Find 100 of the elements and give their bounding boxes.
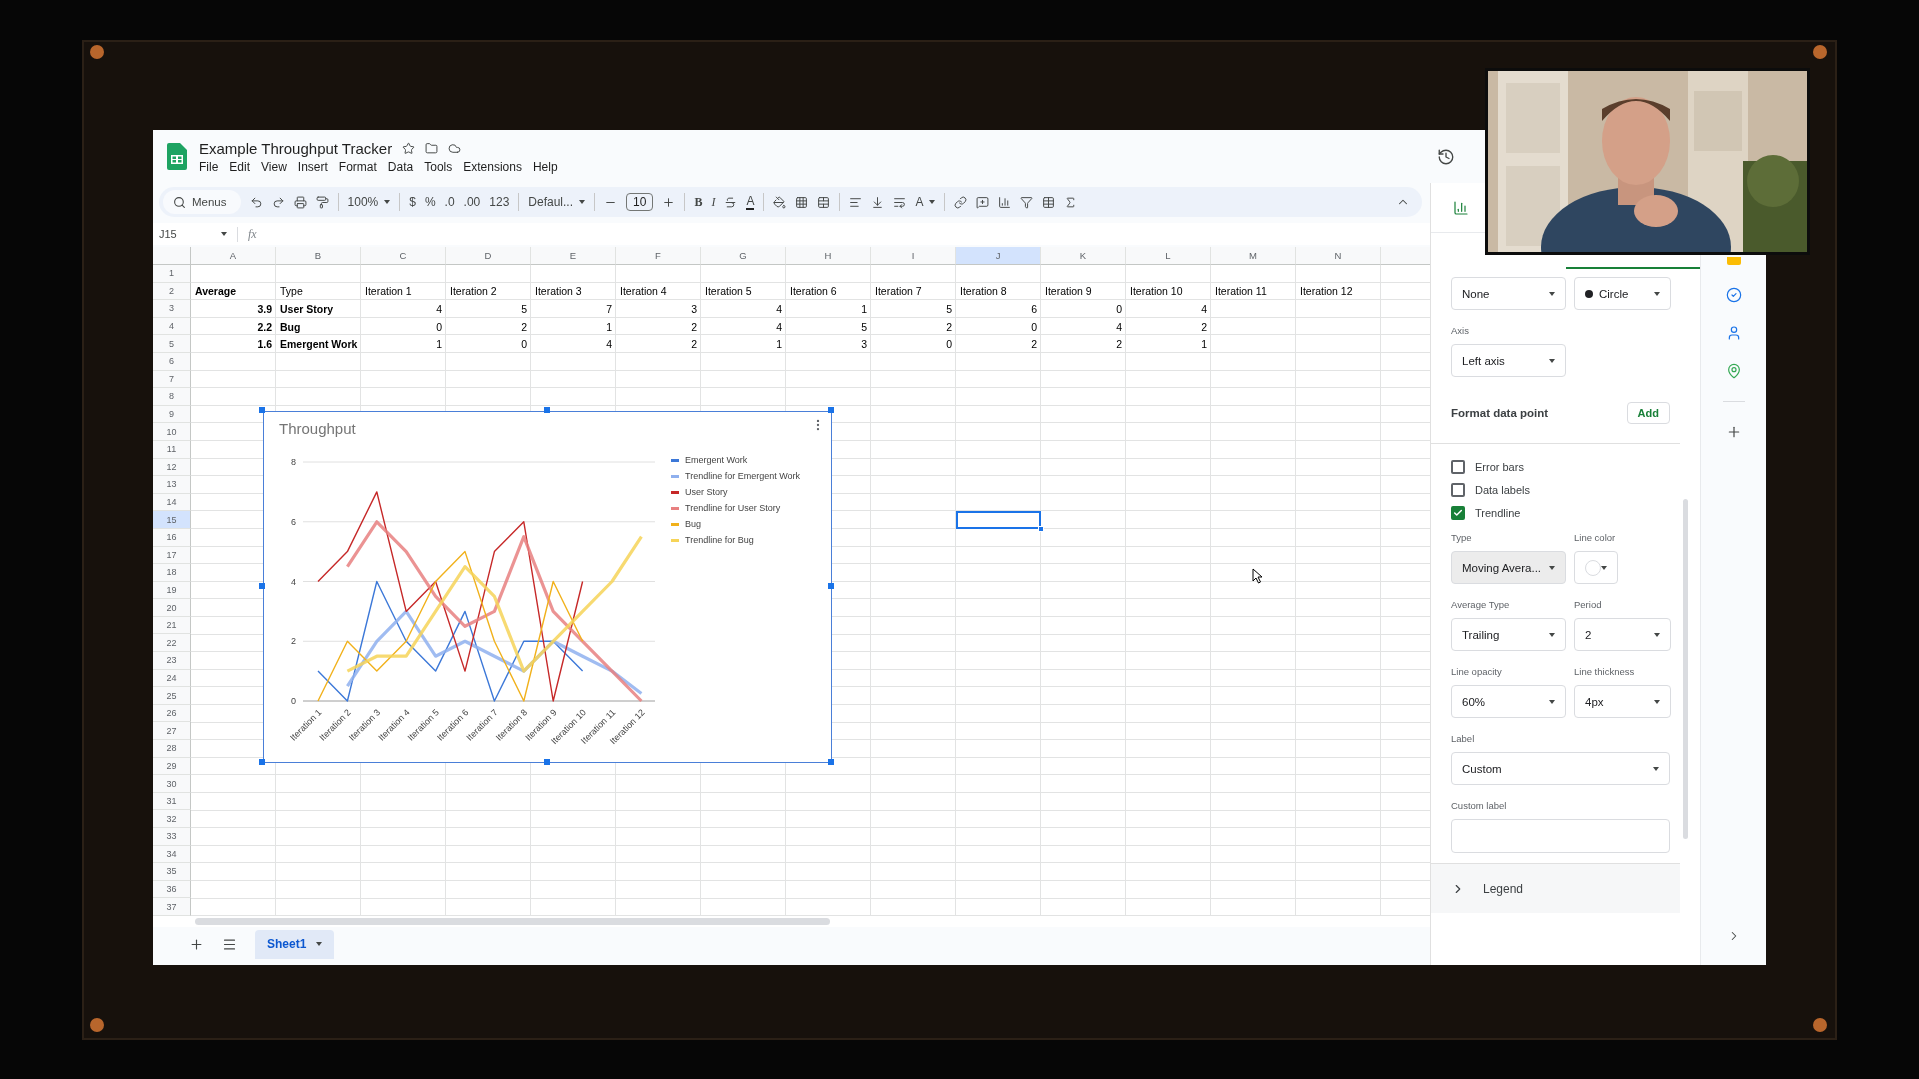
table-cell-text: Iteration 9 <box>1044 284 1093 300</box>
name-box[interactable]: J15 <box>159 228 211 240</box>
menu-item[interactable]: Edit <box>229 159 251 174</box>
menu-item[interactable]: Help <box>532 159 558 174</box>
chart-title: Throughput <box>279 420 356 439</box>
row-header[interactable]: 15 <box>153 511 191 529</box>
menu-item[interactable]: Data <box>387 159 414 174</box>
table-cell-text: 1.6 <box>256 337 273 353</box>
table-cell-text: 3.9 <box>256 302 273 317</box>
zoom-dropdown[interactable]: 100% <box>347 195 391 209</box>
dropdown[interactable]: Moving Avera... <box>1451 551 1566 584</box>
row-header[interactable]: 27 <box>153 722 191 741</box>
increase-decimal-button[interactable]: .00 <box>463 195 481 209</box>
field-label: Line color <box>1574 532 1617 543</box>
text-rotation-button[interactable]: A <box>915 195 936 209</box>
legend-label: Trendline for Emergent Work <box>685 471 801 481</box>
row-header[interactable]: 23 <box>153 652 191 670</box>
legend-label: Trendline for User Story <box>685 503 781 513</box>
column-header[interactable]: D <box>446 247 531 265</box>
font-size-field[interactable]: 10 <box>626 193 654 211</box>
decrease-decimal-button[interactable]: .0 <box>444 195 455 209</box>
field-label: Type <box>1451 532 1473 543</box>
column-header[interactable]: L <box>1126 247 1211 265</box>
axis-label: 4 <box>291 576 296 587</box>
dropdown[interactable]: 60% <box>1451 685 1566 718</box>
table-cell-text: 5 <box>945 302 953 317</box>
table-cell-text: 4 <box>1115 319 1123 335</box>
row-header[interactable]: 25 <box>153 687 191 705</box>
row-header[interactable]: 1 <box>153 265 191 283</box>
row-header[interactable]: 28 <box>153 740 191 758</box>
field-label: Period <box>1574 599 1603 610</box>
table-cell-text: 2 <box>945 319 953 335</box>
row-header[interactable]: 30 <box>153 775 191 793</box>
table-cell-text: 3 <box>860 337 868 353</box>
menu-item[interactable]: Insert <box>297 159 328 174</box>
bold-button[interactable]: B <box>694 195 703 209</box>
column-header[interactable]: I <box>871 247 956 265</box>
legend-section[interactable]: Legend <box>1431 863 1680 913</box>
column-header[interactable]: N <box>1296 247 1381 265</box>
row-header[interactable]: 3 <box>153 300 191 318</box>
menu-item[interactable]: View <box>261 159 287 174</box>
table-cell-text: 4 <box>775 302 783 317</box>
row-header[interactable]: 37 <box>153 898 191 916</box>
sheet-tab[interactable]: Sheet1 <box>255 929 335 959</box>
currency-button[interactable]: $ <box>409 195 416 209</box>
row-header[interactable]: 5 <box>153 335 191 353</box>
row-header[interactable]: 33 <box>153 828 191 846</box>
column-header[interactable]: M <box>1211 247 1296 265</box>
add-button[interactable]: Add <box>1626 402 1670 424</box>
dropdown[interactable]: 2 <box>1574 618 1671 651</box>
dropdown[interactable]: Left axis <box>1451 344 1566 377</box>
field-label: Line thickness <box>1574 666 1636 677</box>
table-cell-text: Iteration 7 <box>874 284 923 300</box>
table-cell-text: 2 <box>690 337 698 353</box>
dropdown[interactable]: Custom <box>1451 752 1670 785</box>
row-header[interactable]: 22 <box>153 634 191 653</box>
menu-item[interactable]: Tools <box>424 159 453 174</box>
table-cell-text: Iteration 6 <box>789 284 838 300</box>
dropdown[interactable]: None <box>1451 277 1566 310</box>
row-header[interactable]: 32 <box>153 810 191 828</box>
row-header[interactable]: 10 <box>153 423 191 441</box>
table-cell-text: Iteration 2 <box>449 284 498 300</box>
column-header[interactable]: C <box>361 247 446 265</box>
column-header[interactable]: G <box>701 247 786 265</box>
table-cell-text: Iteration 5 <box>704 284 753 300</box>
column-header[interactable]: H <box>786 247 871 265</box>
table-cell-text: 2 <box>1115 337 1123 353</box>
column-header[interactable]: K <box>1041 247 1126 265</box>
row-header[interactable]: 20 <box>153 599 191 617</box>
number-format-button[interactable]: 123 <box>489 195 510 209</box>
column-header[interactable]: J <box>956 247 1041 265</box>
menu-search[interactable]: Menus <box>163 190 241 214</box>
table-cell-text: 2 <box>520 319 528 335</box>
table-cell-text: Average <box>194 284 238 300</box>
column-header[interactable]: B <box>276 247 361 265</box>
table-cell-text: 1 <box>860 302 868 317</box>
column-header[interactable]: A <box>191 247 276 265</box>
document-title[interactable]: Example Throughput Tracker <box>199 139 393 157</box>
table-cell-text: 5 <box>520 302 528 317</box>
dropdown[interactable]: Circle <box>1574 277 1671 310</box>
table-cell-text: 6 <box>1030 302 1038 317</box>
row-header[interactable]: 18 <box>153 564 191 582</box>
table-cell-text: Bug <box>279 319 302 335</box>
row-header[interactable]: 13 <box>153 476 191 494</box>
dropdown[interactable]: Trailing <box>1451 618 1566 651</box>
column-header[interactable]: F <box>616 247 701 265</box>
menu-item[interactable]: Extensions <box>463 159 522 174</box>
row-header[interactable]: 35 <box>153 863 191 881</box>
row-header[interactable]: 8 <box>153 388 191 406</box>
table-cell-text: 5 <box>860 319 868 335</box>
table-cell-text: 2 <box>690 319 698 335</box>
text-color-button[interactable]: A <box>746 194 755 210</box>
column-header[interactable]: E <box>531 247 616 265</box>
font-dropdown[interactable]: Defaul... <box>528 195 586 209</box>
percent-button[interactable]: % <box>424 195 436 209</box>
italic-button[interactable]: I <box>711 195 716 209</box>
dropdown[interactable]: 4px <box>1574 685 1671 718</box>
menu-item[interactable]: File <box>199 159 219 174</box>
field-label: Line opacity <box>1451 666 1503 677</box>
menu-item[interactable]: Format <box>338 159 377 174</box>
